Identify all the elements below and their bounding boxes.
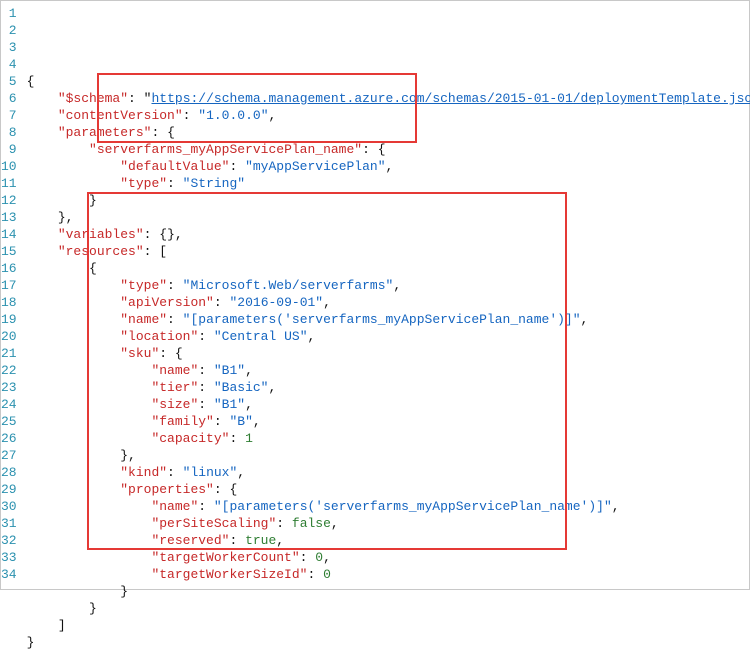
line-number: 4 xyxy=(1,56,17,73)
code-editor[interactable]: 1234567891011121314151617181920212223242… xyxy=(1,1,749,589)
line-number: 25 xyxy=(1,413,17,430)
code-line[interactable]: "apiVersion": "2016-09-01", xyxy=(27,294,750,311)
code-area[interactable]: { "$schema": "https://schema.management.… xyxy=(27,1,750,589)
code-line[interactable]: "name": "[parameters('serverfarms_myAppS… xyxy=(27,311,750,328)
code-line[interactable]: } xyxy=(27,192,750,209)
line-number: 21 xyxy=(1,345,17,362)
line-number: 30 xyxy=(1,498,17,515)
code-line[interactable]: "variables": {}, xyxy=(27,226,750,243)
code-line[interactable]: "targetWorkerSizeId": 0 xyxy=(27,566,750,583)
line-number-gutter: 1234567891011121314151617181920212223242… xyxy=(1,1,27,589)
code-line[interactable]: }, xyxy=(27,209,750,226)
line-number: 11 xyxy=(1,175,17,192)
line-number: 12 xyxy=(1,192,17,209)
line-number: 9 xyxy=(1,141,17,158)
code-line[interactable]: "tier": "Basic", xyxy=(27,379,750,396)
line-number: 33 xyxy=(1,549,17,566)
line-number: 29 xyxy=(1,481,17,498)
code-line[interactable]: "reserved": true, xyxy=(27,532,750,549)
line-number: 2 xyxy=(1,22,17,39)
code-line[interactable]: { xyxy=(27,260,750,277)
line-number: 13 xyxy=(1,209,17,226)
line-number: 26 xyxy=(1,430,17,447)
line-number: 31 xyxy=(1,515,17,532)
code-line[interactable]: "properties": { xyxy=(27,481,750,498)
code-line[interactable]: { xyxy=(27,73,750,90)
code-line[interactable]: "type": "Microsoft.Web/serverfarms", xyxy=(27,277,750,294)
line-number: 32 xyxy=(1,532,17,549)
line-number: 34 xyxy=(1,566,17,583)
code-line[interactable]: "location": "Central US", xyxy=(27,328,750,345)
code-line[interactable]: ] xyxy=(27,617,750,634)
line-number: 14 xyxy=(1,226,17,243)
line-number: 17 xyxy=(1,277,17,294)
code-line[interactable]: } xyxy=(27,634,750,651)
code-line[interactable]: "resources": [ xyxy=(27,243,750,260)
line-number: 27 xyxy=(1,447,17,464)
code-line[interactable]: "capacity": 1 xyxy=(27,430,750,447)
code-line[interactable]: }, xyxy=(27,447,750,464)
line-number: 10 xyxy=(1,158,17,175)
code-line[interactable]: "kind": "linux", xyxy=(27,464,750,481)
code-line[interactable]: "name": "[parameters('serverfarms_myAppS… xyxy=(27,498,750,515)
code-line[interactable]: "perSiteScaling": false, xyxy=(27,515,750,532)
line-number: 28 xyxy=(1,464,17,481)
line-number: 19 xyxy=(1,311,17,328)
code-line[interactable]: "size": "B1", xyxy=(27,396,750,413)
line-number: 16 xyxy=(1,260,17,277)
code-line[interactable]: "$schema": "https://schema.management.az… xyxy=(27,90,750,107)
code-line[interactable]: "name": "B1", xyxy=(27,362,750,379)
line-number: 20 xyxy=(1,328,17,345)
line-number: 24 xyxy=(1,396,17,413)
line-number: 7 xyxy=(1,107,17,124)
code-line[interactable]: "type": "String" xyxy=(27,175,750,192)
line-number: 15 xyxy=(1,243,17,260)
code-line[interactable]: } xyxy=(27,583,750,600)
line-number: 3 xyxy=(1,39,17,56)
code-line[interactable]: "contentVersion": "1.0.0.0", xyxy=(27,107,750,124)
line-number: 8 xyxy=(1,124,17,141)
line-number: 1 xyxy=(1,5,17,22)
code-line[interactable]: "targetWorkerCount": 0, xyxy=(27,549,750,566)
line-number: 23 xyxy=(1,379,17,396)
code-line[interactable]: "serverfarms_myAppServicePlan_name": { xyxy=(27,141,750,158)
code-line[interactable]: } xyxy=(27,600,750,617)
line-number: 22 xyxy=(1,362,17,379)
line-number: 18 xyxy=(1,294,17,311)
line-number: 5 xyxy=(1,73,17,90)
line-number: 6 xyxy=(1,90,17,107)
code-line[interactable]: "defaultValue": "myAppServicePlan", xyxy=(27,158,750,175)
code-line[interactable]: "parameters": { xyxy=(27,124,750,141)
code-line[interactable]: "sku": { xyxy=(27,345,750,362)
code-line[interactable]: "family": "B", xyxy=(27,413,750,430)
